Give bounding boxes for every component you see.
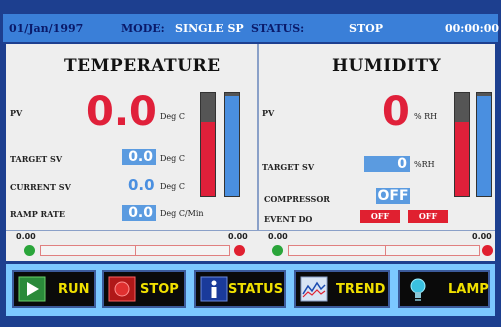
hum-pv-label: PV [262, 108, 275, 118]
status-button-label: STATUS [228, 282, 284, 297]
hum-progress-track [288, 245, 480, 256]
hum-progress-tick [385, 246, 386, 255]
temp-current-label: CURRENT SV [10, 182, 71, 192]
play-icon [18, 276, 46, 302]
button-bar: RUN STOP STATUS TREND LAMP [6, 264, 495, 316]
temp-sv-bar-fill [225, 96, 239, 196]
hum-end-indicator [482, 245, 493, 256]
trend-chart-icon [300, 276, 328, 302]
temp-end-indicator [234, 245, 245, 256]
temp-progress-track [40, 245, 230, 256]
hum-target-input[interactable]: 0 [364, 156, 410, 172]
temp-pv-unit: Deg C [160, 112, 185, 121]
compressor-toggle[interactable]: OFF [376, 188, 410, 204]
temp-target-input[interactable]: 0.0 [122, 149, 156, 165]
temp-ramp-label: RAMP RATE [10, 209, 65, 219]
mode-label: MODE: [121, 22, 165, 35]
trend-button-label: TREND [336, 282, 386, 297]
hum-pv-bar-fill [455, 121, 469, 196]
hum-scale-max: 0.00 [472, 232, 492, 241]
run-button-label: RUN [58, 282, 90, 297]
compressor-label: COMPRESSOR [264, 194, 330, 204]
lamp-button-label: LAMP [448, 282, 489, 297]
temp-target-unit: Deg C [160, 154, 185, 163]
event-do-2-toggle[interactable]: OFF [408, 210, 448, 223]
lamp-icon [410, 278, 426, 301]
temp-current-value: 0.0 [128, 176, 155, 194]
hum-sv-bar [476, 92, 492, 197]
run-button[interactable]: RUN [12, 270, 96, 308]
hum-pv-bar [454, 92, 470, 197]
status-bar: 01/Jan/1997 MODE: SINGLE SP STATUS: STOP… [3, 14, 500, 42]
hum-scale-min: 0.00 [268, 232, 288, 241]
hum-start-indicator [272, 245, 283, 256]
temp-ramp-unit: Deg C/Min [160, 209, 204, 218]
main-panel: TEMPERATURE PV 0.0 Deg C TARGET SV 0.0 D… [6, 44, 495, 261]
scale-divider [6, 230, 495, 231]
temp-target-label: TARGET SV [10, 154, 63, 164]
temp-pv-label: PV [10, 108, 23, 118]
hum-pv-unit: % RH [414, 112, 438, 121]
hum-target-unit: %RH [414, 160, 435, 169]
temp-current-unit: Deg C [160, 182, 185, 191]
temp-pv-bar [200, 92, 216, 197]
stop-button[interactable]: STOP [102, 270, 186, 308]
temperature-title: TEMPERATURE [64, 56, 221, 76]
hum-sv-bar-fill [477, 96, 491, 196]
temp-scale-min: 0.00 [16, 232, 36, 241]
hmi-screen: 01/Jan/1997 MODE: SINGLE SP STATUS: STOP… [0, 0, 501, 327]
temp-ramp-input[interactable]: 0.0 [122, 205, 156, 221]
status-label: STATUS: [251, 22, 305, 35]
status-button[interactable]: STATUS [194, 270, 286, 308]
lamp-button[interactable]: LAMP [398, 270, 490, 308]
info-icon [200, 276, 228, 302]
mode-value: SINGLE SP [175, 22, 244, 35]
event-do-label: EVENT DO [264, 214, 313, 224]
temp-start-indicator [24, 245, 35, 256]
date-display: 01/Jan/1997 [9, 22, 84, 35]
hum-pv-value: 0 [382, 89, 410, 135]
panel-divider [257, 44, 259, 230]
time-display: 00:00:00 [445, 22, 500, 35]
stop-icon [108, 276, 136, 302]
hum-target-label: TARGET SV [262, 162, 315, 172]
temp-pv-bar-fill [201, 121, 215, 196]
stop-button-label: STOP [140, 282, 179, 297]
humidity-title: HUMIDITY [332, 56, 442, 76]
trend-button[interactable]: TREND [294, 270, 390, 308]
temp-pv-value: 0.0 [86, 89, 157, 135]
status-value: STOP [349, 22, 383, 35]
temp-sv-bar [224, 92, 240, 197]
temp-progress-tick [135, 246, 136, 255]
event-do-1-toggle[interactable]: OFF [360, 210, 400, 223]
temp-scale-max: 0.00 [228, 232, 248, 241]
